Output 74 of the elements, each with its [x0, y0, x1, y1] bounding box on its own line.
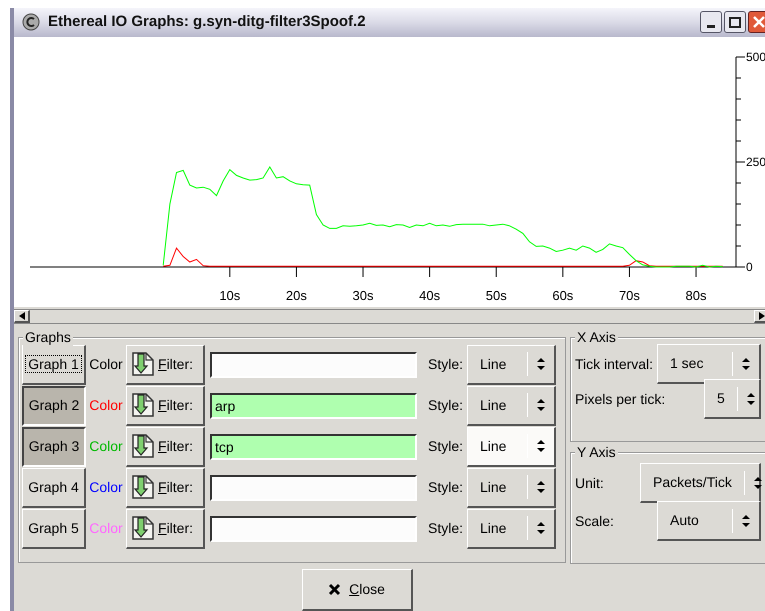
x-tick-label: 40s — [419, 288, 440, 303]
style-dropdown[interactable]: Line — [467, 386, 556, 426]
app-icon — [22, 13, 40, 32]
color-label: Color — [88, 437, 124, 456]
x-tick-label: 50s — [486, 288, 507, 303]
unit-dropdown[interactable]: Packets/Tick — [640, 463, 761, 503]
spinner-arrows-icon — [746, 392, 756, 406]
color-label: Color — [88, 355, 124, 374]
left-arrow-icon — [18, 312, 24, 320]
style-dropdown[interactable]: Line — [467, 468, 556, 508]
filter-button[interactable]: Filter: — [126, 426, 205, 466]
document-arrow-icon — [131, 515, 155, 541]
spinner-arrows-icon — [536, 480, 546, 494]
tick-interval-label: Tick interval: — [575, 354, 654, 374]
filter-field[interactable] — [210, 352, 417, 378]
spinner-arrows-icon — [741, 356, 751, 370]
spinner-arrows-icon — [536, 521, 546, 535]
minimize-icon — [707, 25, 715, 28]
filter-field[interactable] — [210, 516, 417, 542]
close-icon — [328, 583, 342, 596]
filter-button[interactable]: Filter: — [126, 468, 205, 508]
style-label: Style: — [426, 396, 464, 415]
window-title: Ethereal IO Graphs: g.syn-ditg-filter3Spoof.2 — [48, 12, 367, 32]
color-label: Color — [88, 519, 124, 538]
scale-label: Scale: — [575, 512, 615, 530]
style-label: Style: — [426, 355, 464, 374]
x-tick-label: 10s — [219, 288, 240, 303]
x-tick-label: 20s — [286, 288, 307, 303]
spinner-arrows-icon — [536, 439, 546, 453]
spinner-arrows-icon — [752, 476, 763, 490]
filter-field[interactable]: arp — [210, 392, 417, 418]
minimize-button[interactable] — [700, 11, 722, 34]
document-arrow-icon — [131, 474, 155, 500]
color-label: Color — [88, 396, 124, 415]
graph-toggle[interactable]: Graph 2 — [22, 386, 86, 426]
filter-button[interactable]: Filter: — [126, 386, 205, 426]
filter-field[interactable] — [210, 474, 417, 500]
filter-button[interactable]: Filter: — [126, 508, 205, 548]
document-arrow-icon — [131, 351, 155, 377]
graph-toggle[interactable]: Graph 3 — [22, 426, 86, 466]
spinner-arrows-icon — [536, 398, 546, 412]
close-button[interactable]: Close — [302, 569, 412, 611]
y-tick-label: 0 — [746, 260, 753, 274]
spinner-arrows-icon — [741, 514, 751, 528]
graph-toggle[interactable]: Graph 1 — [22, 344, 86, 384]
x-tick-label: 70s — [618, 288, 640, 303]
style-dropdown[interactable]: Line — [467, 426, 556, 466]
document-arrow-icon — [131, 392, 155, 418]
pixels-per-tick-label: Pixels per tick: — [575, 390, 666, 409]
color-label: Color — [88, 478, 124, 497]
tick-interval-dropdown[interactable]: 1 sec — [657, 344, 761, 384]
style-label: Style: — [426, 519, 464, 538]
unit-label: Unit: — [575, 474, 605, 492]
right-arrow-icon — [758, 312, 764, 320]
style-dropdown[interactable]: Line — [467, 508, 556, 548]
style-dropdown[interactable]: Line — [467, 344, 556, 384]
graph-toggle[interactable]: Graph 4 — [22, 468, 86, 508]
horizontal-scrollbar[interactable] — [14, 308, 765, 324]
graph-toggle[interactable]: Graph 5 — [22, 508, 86, 548]
spinner-arrows-icon — [536, 357, 546, 371]
scale-dropdown[interactable]: Auto — [657, 501, 761, 541]
pixels-per-tick-spinner[interactable]: 5 — [704, 379, 761, 419]
filter-button[interactable]: Filter: — [126, 344, 205, 384]
style-label: Style: — [426, 437, 464, 456]
x-tick-label: 80s — [686, 288, 707, 303]
close-window-button[interactable] — [748, 11, 765, 34]
x-tick-label: 30s — [352, 288, 374, 303]
maximize-icon — [729, 16, 741, 28]
filter-field[interactable]: tcp — [210, 434, 417, 460]
maximize-button[interactable] — [724, 11, 746, 34]
x-tick-label: 60s — [552, 288, 574, 303]
close-icon — [753, 16, 765, 28]
style-label: Style: — [426, 478, 464, 497]
document-arrow-icon — [131, 433, 155, 459]
